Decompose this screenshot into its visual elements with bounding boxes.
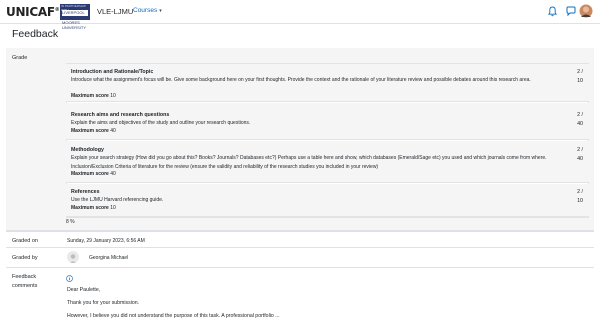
bell-icon[interactable]: [548, 6, 557, 17]
page-title: Feedback: [12, 28, 59, 40]
feedback-row: [6, 267, 594, 319]
feedback-text-line: Thank you for your submission.: [67, 300, 140, 306]
rubric-criterion: Methodology Explain your search strategy…: [66, 141, 589, 183]
criterion-score: 2 /40: [577, 112, 583, 127]
grade-total: 8 %: [66, 219, 75, 225]
user-avatar[interactable]: [579, 3, 593, 19]
criterion-max-score: Maximum score 10: [71, 205, 116, 211]
courses-menu[interactable]: Courses ▾: [133, 7, 162, 14]
criterion-title: Methodology: [71, 147, 104, 153]
top-navbar: UNICAF® IN PARTNERSHIP WITH LIVERPOOL JO…: [0, 0, 600, 30]
feedback-text-line: Dear Paulette,: [67, 287, 101, 293]
criterion-description: Introduce what the assignment's focus wi…: [71, 77, 531, 83]
criterion-score: 2 /10: [577, 189, 583, 204]
chat-icon[interactable]: [566, 6, 576, 16]
feedback-text-line: However, I believe you did not understan…: [67, 313, 280, 319]
criterion-description: Explain the aims and objectives of the s…: [71, 120, 251, 126]
criterion-title: Introduction and Rationale/Topic: [71, 69, 154, 75]
criterion-max-score: Maximum score 10: [71, 93, 116, 99]
criterion-title: Research aims and research questions: [71, 112, 170, 118]
rubric-criterion: References Use the LJMU Harvard referenc…: [66, 184, 589, 217]
criterion-description: Use the LJMU Harvard referencing guide.: [71, 197, 164, 203]
graded-on-value: Sunday, 29 January 2023, 6:56 AM: [67, 238, 145, 244]
chevron-down-icon: ▾: [159, 8, 162, 14]
feedback-label: Feedback comments: [12, 274, 38, 289]
criterion-description: Explain your search strategy (How did yo…: [71, 155, 547, 170]
rubric-criterion: Research aims and research questions Exp…: [66, 103, 589, 140]
grader-name: Georgina Michael: [89, 255, 129, 261]
graded-on-label: Graded on: [12, 238, 38, 244]
criterion-score: 2 /10: [577, 69, 583, 84]
criterion-title: References: [71, 189, 100, 195]
info-icon[interactable]: [66, 275, 73, 282]
rubric-criterion: Introduction and Rationale/Topic Introdu…: [66, 64, 589, 102]
graded-by-label: Graded by: [12, 255, 38, 261]
ljmu-partner-logo[interactable]: IN PARTNERSHIP WITH LIVERPOOL JOHN MOORE…: [60, 4, 90, 30]
criterion-max-score: Maximum score 40: [71, 128, 116, 134]
grade-label: Grade: [12, 55, 28, 61]
unicaf-logo[interactable]: UNICAF®: [6, 5, 60, 19]
criterion-score: 2 /40: [577, 147, 583, 162]
site-name[interactable]: VLE-LJMU: [97, 7, 133, 16]
criterion-max-score: Maximum score 40: [71, 171, 116, 177]
grader-avatar: [67, 251, 79, 263]
